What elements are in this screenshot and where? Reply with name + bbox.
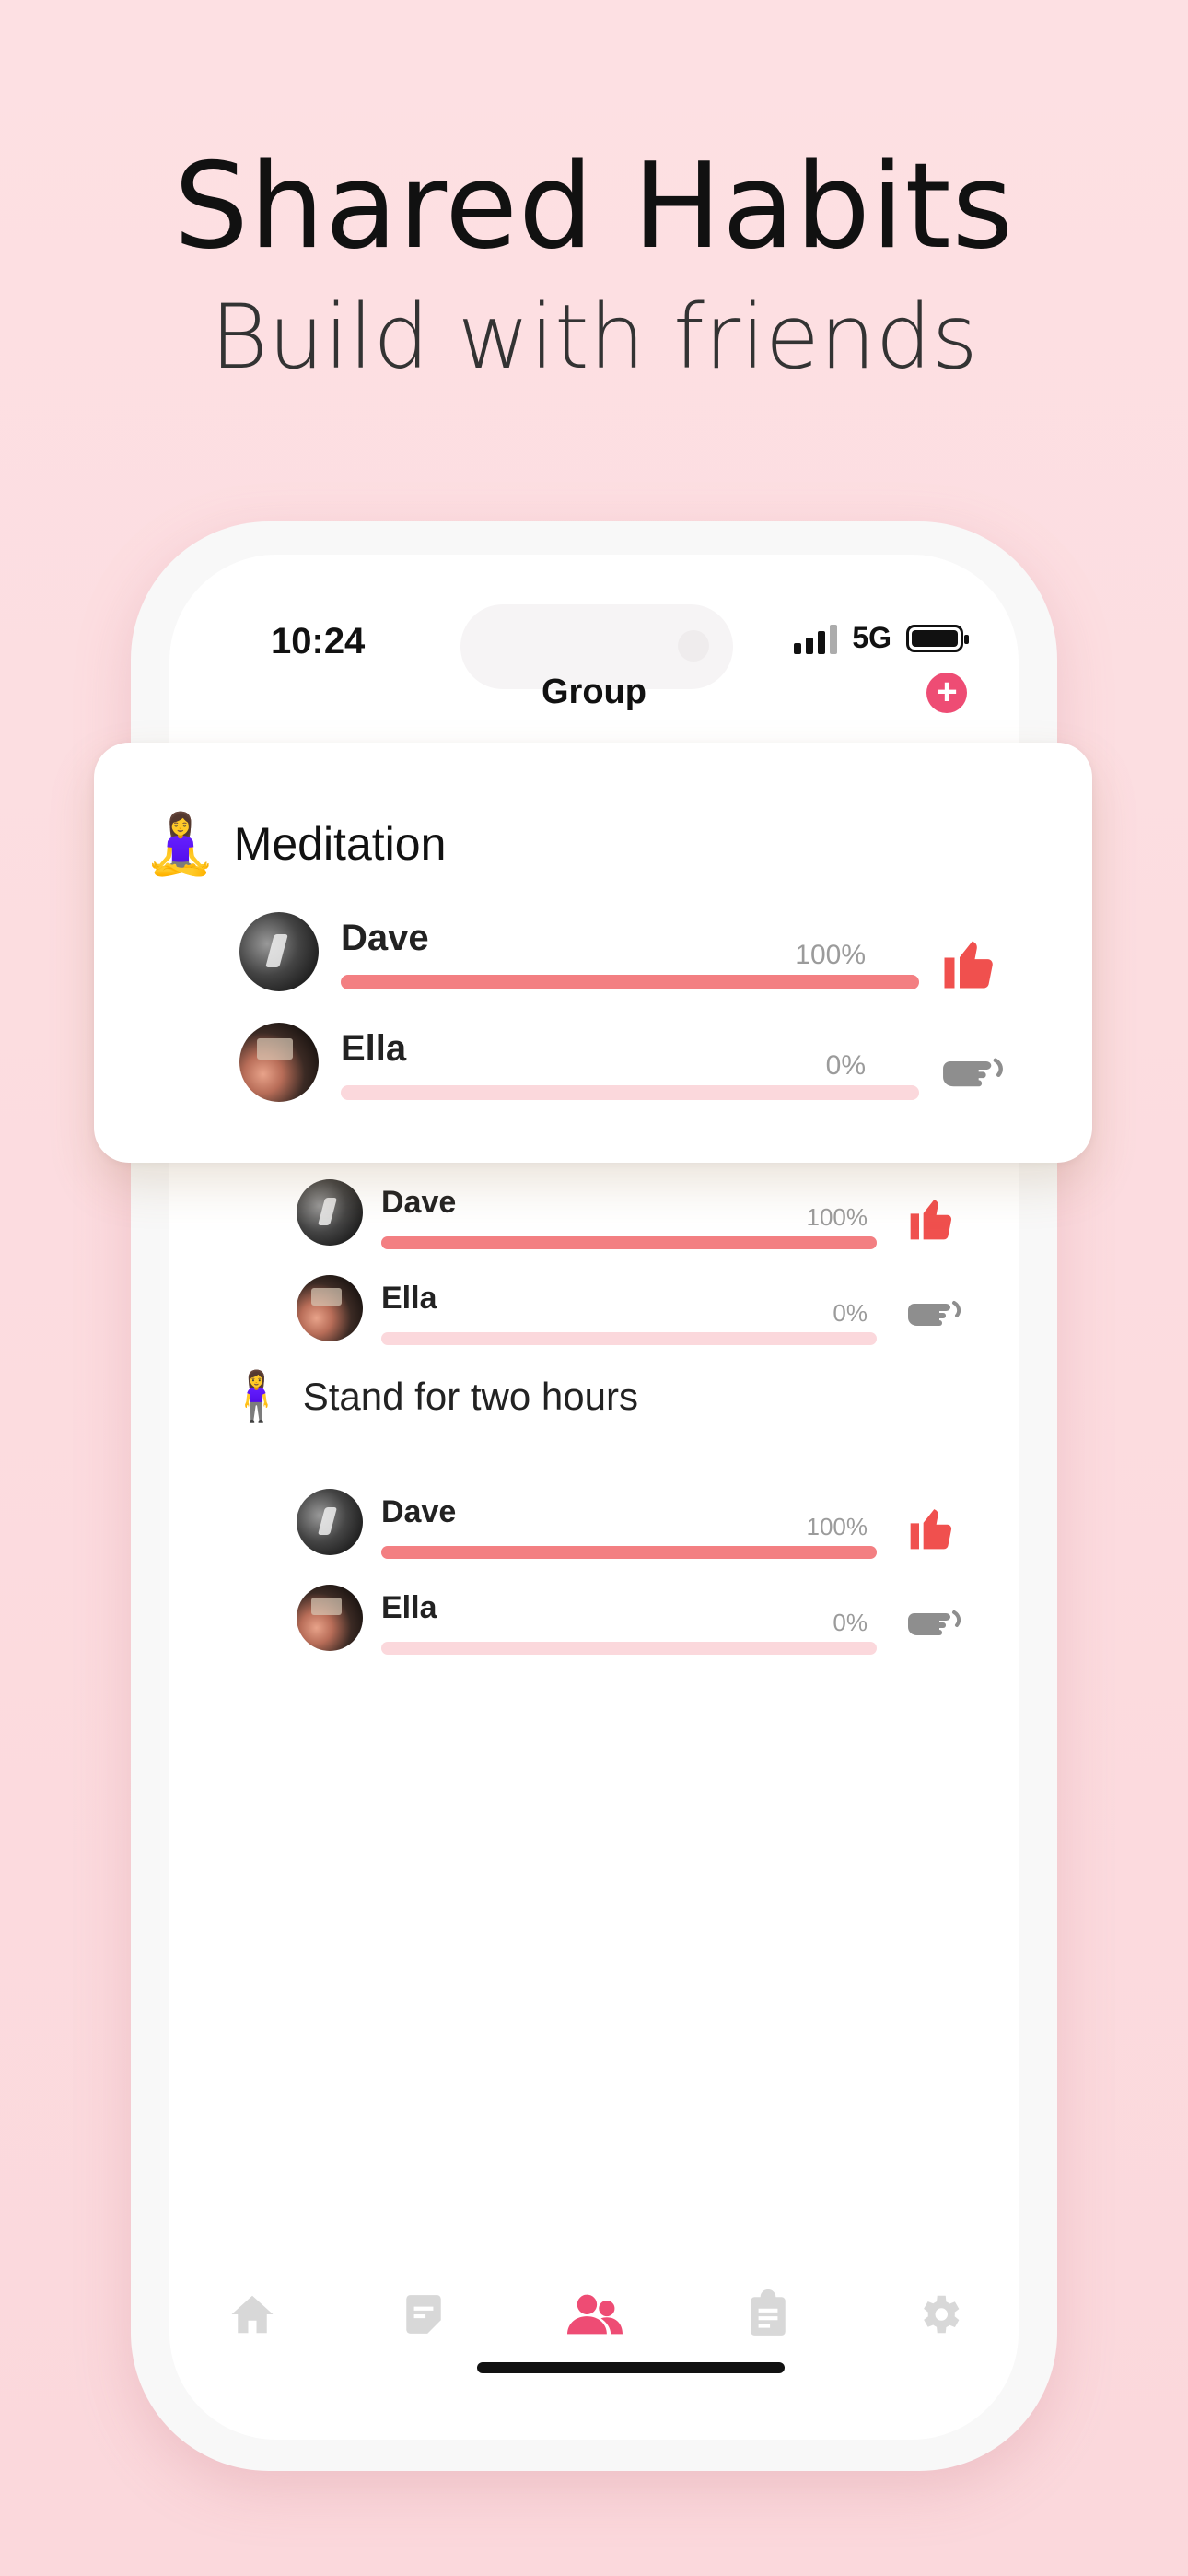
progress-bar (381, 1236, 877, 1249)
member-name: Ella (341, 1028, 407, 1069)
member-name: Dave (381, 1494, 457, 1529)
group-icon (567, 2294, 623, 2335)
gear-icon (924, 2295, 960, 2334)
habit-title-row: 🧘‍♀️ Meditation (144, 814, 446, 873)
habit-title: Stand for two hours (302, 1375, 638, 1418)
member-row: Ella 0% (297, 1275, 961, 1349)
poke-hand-icon[interactable] (904, 1297, 965, 1342)
avatar (297, 1179, 363, 1246)
home-indicator[interactable] (477, 2362, 785, 2373)
progress-fill (381, 1236, 877, 1249)
page-title: Group (542, 673, 646, 711)
tab-notes[interactable] (396, 2287, 451, 2342)
member-row: Ella 0% (297, 1585, 961, 1658)
tab-home[interactable] (225, 2287, 280, 2342)
avatar (297, 1585, 363, 1651)
progress-bar (381, 1332, 877, 1345)
tab-group[interactable] (567, 2287, 623, 2342)
featured-habit-card[interactable]: 🧘‍♀️ Meditation Dave 100% Ella 0% (94, 743, 1092, 1163)
member-name: Dave (341, 918, 429, 958)
progress-percent: 0% (833, 1609, 868, 1636)
tab-clipboard[interactable] (740, 2287, 796, 2342)
progress-bar (341, 1085, 919, 1100)
progress-percent: 100% (795, 940, 866, 970)
thumbs-up-icon[interactable] (906, 1502, 958, 1558)
clipboard-icon (751, 2289, 786, 2336)
member-name: Ella (381, 1590, 437, 1625)
status-time: 10:24 (271, 621, 366, 662)
avatar (239, 1023, 319, 1102)
battery-icon (906, 624, 969, 652)
member-row: Ella 0% (239, 1023, 1068, 1106)
progress-fill (341, 975, 919, 989)
status-indicators: 5G (794, 621, 969, 655)
camera-icon (678, 630, 709, 662)
tab-settings[interactable] (912, 2287, 967, 2342)
network-type: 5G (852, 621, 891, 654)
habit-title: Meditation (233, 818, 447, 870)
progress-bar (341, 975, 919, 989)
add-button[interactable]: + (926, 673, 967, 713)
standing-person-icon: 🧍‍♀️ (227, 1370, 286, 1423)
progress-percent: 100% (806, 1203, 868, 1231)
member-row: Dave 100% (297, 1489, 960, 1563)
meditation-icon: 🧘‍♀️ (144, 811, 217, 877)
plus-circle-icon: + (936, 672, 958, 712)
avatar (297, 1489, 363, 1555)
progress-bar (381, 1546, 877, 1559)
poke-hand-icon[interactable] (938, 1054, 1009, 1105)
thumbs-up-icon[interactable] (939, 932, 1000, 998)
thumbs-up-icon[interactable] (906, 1192, 958, 1248)
avatar (239, 912, 319, 991)
member-name: Ella (381, 1281, 437, 1316)
poke-hand-icon[interactable] (904, 1607, 965, 1652)
home-icon (231, 2295, 274, 2334)
avatar (297, 1275, 363, 1341)
headline: Shared Habits (173, 138, 1015, 275)
member-name: Dave (381, 1185, 457, 1220)
tab-bar (169, 2287, 1019, 2370)
member-row: Dave 100% (239, 912, 1068, 995)
subheadline: Build with friends (210, 286, 978, 389)
progress-percent: 0% (833, 1299, 868, 1327)
habit-title-row[interactable]: 🧍‍♀️ Stand for two hours (227, 1373, 638, 1421)
progress-percent: 100% (806, 1513, 868, 1540)
progress-bar (381, 1642, 877, 1655)
member-row: Dave 100% (297, 1179, 960, 1253)
progress-percent: 0% (825, 1050, 866, 1081)
signal-icon (794, 623, 838, 654)
progress-fill (381, 1546, 877, 1559)
note-icon (406, 2295, 441, 2334)
